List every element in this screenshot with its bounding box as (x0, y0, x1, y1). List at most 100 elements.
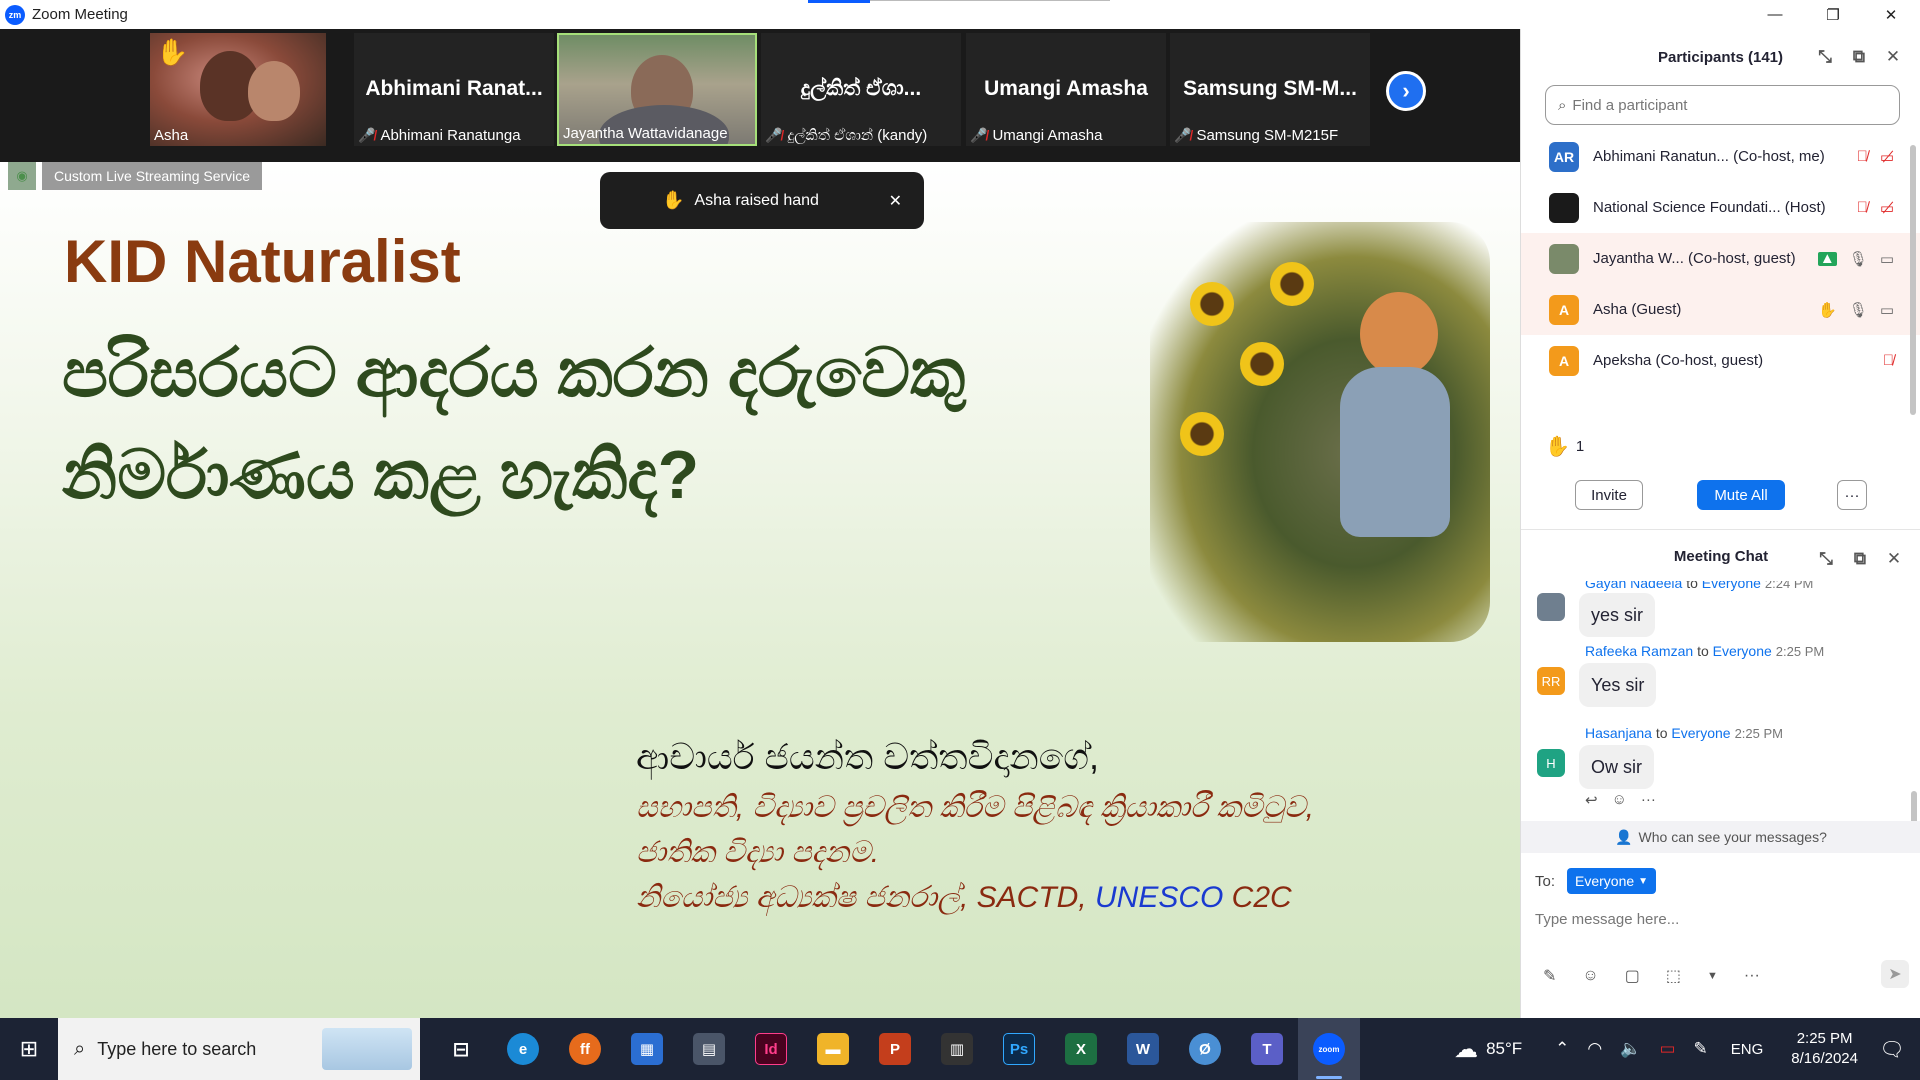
video-tile-abhimani[interactable]: Abhimani Ranat... 🎤̸ Abhimani Ranatunga (354, 33, 554, 146)
volume-icon[interactable]: 🔈 (1620, 1039, 1641, 1059)
restore-icon: ❐ (1826, 6, 1840, 24)
video-tile-umangi[interactable]: Umangi Amasha 🎤̸ Umangi Amasha (966, 33, 1166, 146)
minimize-button[interactable]: — (1746, 0, 1804, 29)
emoji-reaction-icon[interactable]: ☺ (1612, 791, 1627, 809)
taskbar-teams[interactable]: T (1236, 1018, 1298, 1080)
taskbar-photoshop[interactable]: Ps (988, 1018, 1050, 1080)
more-icon[interactable]: ··· (1744, 967, 1760, 985)
taskbar-calculator[interactable]: ▤ (678, 1018, 740, 1080)
taskbar-zoom[interactable]: zoom (1298, 1018, 1360, 1080)
participant-name: Apeksha (Co-host, guest) (1593, 352, 1764, 369)
pop-out-icon[interactable]: ⧉ (1843, 549, 1877, 569)
chat-message[interactable]: RR Rafeeka Ramzan to Everyone 2:25 PM Yes… (1521, 643, 1901, 713)
mic-muted-icon[interactable]: 🎙̸ (1883, 352, 1894, 369)
chat-scrollbar[interactable] (1911, 791, 1917, 821)
more-icon[interactable]: ··· (1641, 791, 1656, 809)
reply-icon[interactable]: ↩ (1585, 791, 1598, 809)
taskbar-edge[interactable]: e (492, 1018, 554, 1080)
film-icon: ▥ (941, 1033, 973, 1065)
participant-row[interactable]: National Science Foundati... (Host) 🎙̸ ▭̸ (1521, 182, 1920, 233)
start-button[interactable]: ⊞ (0, 1018, 58, 1080)
close-button[interactable]: ✕ (1862, 0, 1920, 29)
recipient-select[interactable]: Everyone ▼ (1567, 868, 1657, 894)
taskbar-app-blue[interactable]: Ø (1174, 1018, 1236, 1080)
weather-widget[interactable]: ☁ 85°F (1454, 1035, 1522, 1064)
video-off-icon[interactable]: ▭̸ (1880, 148, 1894, 166)
boy-figure-body (1340, 367, 1450, 537)
next-page-button[interactable]: › (1386, 71, 1426, 111)
windows-logo-icon: ⊞ (19, 1036, 39, 1061)
invite-button[interactable]: Invite (1575, 480, 1643, 510)
avatar (1549, 192, 1579, 223)
taskbar-firefox[interactable]: ff (554, 1018, 616, 1080)
scrollbar-thumb[interactable] (1910, 145, 1916, 415)
video-tile-asha[interactable]: ✋ Asha (150, 33, 326, 146)
taskbar-file-explorer[interactable]: ▬ (802, 1018, 864, 1080)
video-off-icon[interactable]: ▭̸ (1880, 199, 1894, 217)
taskbar-excel[interactable]: X (1050, 1018, 1112, 1080)
participant-row[interactable]: Jayantha W... (Co-host, guest) ▲ 🎙 ▭ (1521, 233, 1920, 284)
network-icon[interactable]: ◠ (1587, 1039, 1602, 1059)
chat-message[interactable]: Gayan Nadeela to Everyone 2:24 PM yes sir (1521, 581, 1901, 641)
teams-icon: T (1251, 1033, 1283, 1065)
mic-muted-icon[interactable]: 🎙̸ (1857, 148, 1868, 165)
chat-message[interactable]: H Hasanjana to Everyone 2:25 PM Ow sir (1521, 725, 1901, 795)
restore-button[interactable]: ❐ (1804, 0, 1862, 29)
sunflower-shape (1190, 282, 1234, 326)
chevron-right-icon: › (1402, 78, 1410, 103)
participant-row[interactable]: A Apeksha (Co-host, guest) 🎙̸ (1521, 335, 1920, 386)
battery-alert-icon[interactable]: ▭ (1659, 1039, 1675, 1059)
taskbar-indesign[interactable]: Id (740, 1018, 802, 1080)
sunflower-shape (1270, 262, 1314, 306)
chat-message-bubble: Ow sir (1579, 745, 1654, 789)
taskbar-media-app[interactable]: ▥ (926, 1018, 988, 1080)
participant-row[interactable]: AR Abhimani Ranatun... (Co-host, me) 🎙̸ ▭… (1521, 131, 1920, 182)
collapse-icon[interactable]: ⤡ (1809, 549, 1843, 569)
video-tile-samsung[interactable]: Samsung SM-M... 🎤̸ Samsung SM-M215F (1170, 33, 1370, 146)
send-icon[interactable]: ➤ (1881, 960, 1909, 988)
taskbar-powerpoint[interactable]: P (864, 1018, 926, 1080)
mute-all-button[interactable]: Mute All (1697, 480, 1785, 510)
collapse-icon[interactable]: ⤡ (1808, 47, 1842, 67)
emoji-icon[interactable]: ☺ (1582, 967, 1598, 985)
shared-screen-area: KID Naturalist පරිසරයට ආදරය කරන දරුවෙකු … (0, 162, 1520, 1018)
taskbar-search-box[interactable]: ⌕ Type here to search (58, 1018, 420, 1080)
video-tile-dulkith[interactable]: දුල්කිත් ඒශා... 🎤̸ දුල්කිත් ඒශාන් (kandy) (761, 33, 961, 146)
notification-icon[interactable]: 🗨 (1872, 1037, 1912, 1062)
live-stream-badge[interactable]: ◉ Custom Live Streaming Service (8, 162, 263, 190)
mic-icon[interactable]: 🎙 (1849, 250, 1868, 268)
participant-search-input[interactable]: ⌕ Find a participant (1545, 85, 1900, 125)
taskbar-task-view[interactable]: ⊟ (430, 1018, 492, 1080)
close-icon[interactable]: ✕ (1876, 47, 1910, 67)
close-icon[interactable]: ✕ (1877, 549, 1911, 569)
taskbar-clock[interactable]: 2:25 PM 8/16/2024 (1791, 1029, 1858, 1069)
participant-row[interactable]: A Asha (Guest) ✋ 🎙 ▭ (1521, 284, 1920, 335)
taskbar-store[interactable]: ▦ (616, 1018, 678, 1080)
chevron-up-icon[interactable]: ⌃ (1555, 1039, 1569, 1059)
video-tile-jayantha[interactable]: Jayantha Wattavidanage (557, 33, 757, 146)
pen-icon[interactable]: ✎ (1694, 1039, 1708, 1059)
taskbar-word[interactable]: W (1112, 1018, 1174, 1080)
toast-close-icon[interactable]: ✕ (889, 191, 902, 211)
file-icon[interactable]: ▢ (1625, 966, 1640, 986)
pop-out-icon[interactable]: ⧉ (1842, 47, 1876, 67)
language-indicator[interactable]: ENG (1731, 1041, 1764, 1058)
video-icon[interactable]: ▭ (1880, 250, 1894, 268)
mic-icon[interactable]: 🎙 (1849, 301, 1868, 319)
raised-hand-icon[interactable]: ✋ (1818, 301, 1837, 319)
screenshot-icon[interactable]: ⬚ (1666, 966, 1681, 986)
chevron-down-icon[interactable]: ▼ (1707, 970, 1718, 982)
weather-cloud-icon: ☁ (1454, 1035, 1479, 1063)
more-options-button[interactable]: ··· (1837, 480, 1867, 510)
slide-presenter-text: ආචාර්ය ජයන්ත වත්තවිදානගේ, සභාපති, විද්‍ය… (636, 736, 1496, 920)
chat-message-meta: Gayan Nadeela to Everyone 2:24 PM (1585, 581, 1814, 591)
format-text-icon[interactable]: ✎ (1543, 966, 1556, 986)
participant-name: Jayantha W... (Co-host, guest) (1593, 250, 1796, 267)
slide-photo-boy-sunflowers (1150, 222, 1490, 642)
chat-recipient-row: To: Everyone ▼ (1535, 868, 1657, 894)
participant-list-scrollbar[interactable] (1910, 145, 1916, 415)
video-icon[interactable]: ▭ (1880, 301, 1894, 319)
message-visibility-link[interactable]: 👤 Who can see your messages? (1521, 821, 1920, 853)
mic-muted-icon[interactable]: 🎙̸ (1857, 199, 1868, 216)
chat-message-input[interactable]: Type message here... (1535, 911, 1679, 928)
